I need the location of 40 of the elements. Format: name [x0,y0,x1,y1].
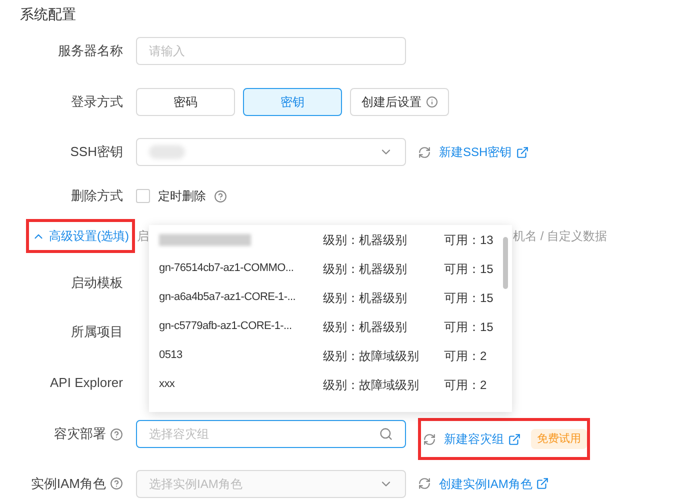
refresh-icon[interactable] [418,477,431,490]
refresh-icon[interactable] [423,432,436,446]
field-label: 删除方式 [71,187,123,206]
dropdown-option[interactable]: xxx 级别：故障域级别 可用：2 [149,370,512,399]
info-icon [426,96,438,108]
free-trial-badge: 免费试用 [531,428,587,450]
help-icon[interactable] [110,428,123,440]
create-link[interactable]: 新建SSH密钥 [439,143,529,161]
advanced-toggle[interactable]: 高级设置(选填) [32,227,129,245]
external-link-icon [516,146,529,158]
dropdown-option[interactable]: 0513 级别：故障域级别 可用：2 [149,341,512,370]
server-name-field[interactable]: 请输入 [136,37,406,65]
dropdown-option[interactable]: 级别：机器级别 可用：13 [149,225,512,254]
help-icon[interactable] [214,190,227,202]
help-icon[interactable] [110,477,123,490]
external-link-icon [536,477,550,490]
dropdown-option[interactable]: gn-c5779afb-az1-CORE-1-... 级别：机器级别 可用：15 [149,312,512,341]
dropdown-option[interactable]: gn-76514cb7-az1-COMMO... 级别：机器级别 可用：15 [149,254,512,283]
field-label: 容灾部署 [54,425,106,444]
field-label: 服务器名称 [58,42,123,60]
settings-summary: 机名 / 自定义数据 [513,228,608,245]
external-link-icon [508,432,521,446]
field-label: 实例IAM角色 [30,474,106,493]
login-option-button[interactable]: 创建后设置 [350,88,449,116]
field-label: 登录方式 [71,92,123,111]
search-icon [379,427,393,441]
field-label: 启动模板 [71,274,123,292]
field-label: API Explorer [50,374,123,392]
scrollbar-thumb[interactable] [503,237,508,289]
settings-summary: 启 [137,228,150,245]
create-link[interactable]: 新建容灾组 [444,430,521,448]
schedule-checkbox[interactable] [136,189,150,203]
create-link[interactable]: 创建实例IAM角色 [439,474,550,492]
checkbox-label: 定时删除 [158,188,206,205]
field-label: SSH密钥 [70,143,123,162]
section-title: 系统配置 [20,4,76,24]
dropdown-option[interactable]: gn-a6a4b5a7-az1-CORE-1-... 级别：机器级别 可用：15 [149,283,512,312]
field-label: 所属项目 [71,323,123,342]
refresh-icon[interactable] [418,146,431,158]
login-option-button[interactable]: 密码 [136,88,235,116]
